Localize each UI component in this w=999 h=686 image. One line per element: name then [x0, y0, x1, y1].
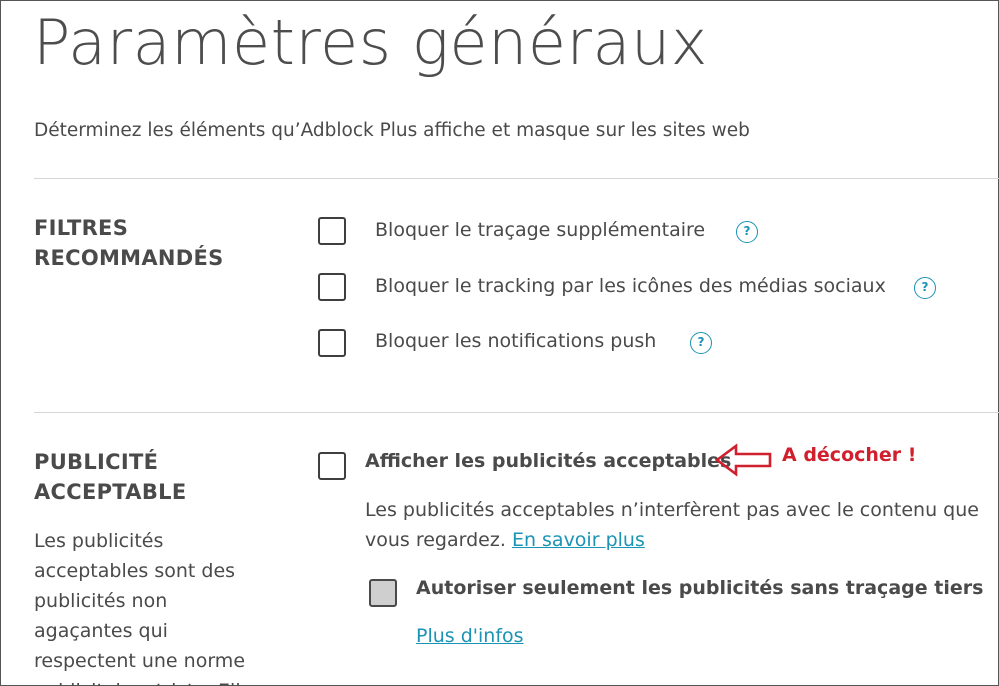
explanation-line-2: vous regardez. En savoir plus [365, 525, 995, 555]
page-title: Paramètres généraux [33, 6, 708, 79]
acceptable-ads-description: Les publicités acceptables sont des publ… [34, 526, 284, 686]
heading-line: PUBLICITÉ [34, 450, 159, 474]
heading-line: ACCEPTABLE [34, 480, 187, 504]
red-arrow-annotation [714, 443, 772, 477]
block-social-tracking-label[interactable]: Bloquer le tracking par les icônes des m… [375, 275, 886, 297]
page-description: Déterminez les éléments qu’Adblock Plus … [34, 120, 750, 141]
recommended-filters-heading: FILTRES RECOMMANDÉS [34, 213, 224, 273]
block-extra-tracking-label[interactable]: Bloquer le traçage supplémentaire [375, 219, 705, 241]
acceptable-ads-explanation: Les publicités acceptables n’interfèrent… [365, 495, 995, 555]
heading-line: RECOMMANDÉS [34, 246, 224, 270]
help-icon[interactable]: ? [914, 277, 936, 299]
block-push-notifications-checkbox[interactable] [318, 329, 346, 357]
privacy-friendly-ads-label[interactable]: Autoriser seulement les publicités sans … [416, 577, 983, 599]
description-line: publicitaire stricte. Ell [34, 676, 284, 686]
more-info-link[interactable]: Plus d'infos [416, 625, 524, 647]
acceptable-ads-heading: PUBLICITÉ ACCEPTABLE [34, 447, 187, 507]
show-acceptable-ads-label[interactable]: Afficher les publicités acceptables [365, 450, 731, 472]
section-divider [34, 178, 999, 179]
description-line: agaçantes qui [34, 620, 168, 642]
help-icon[interactable]: ? [736, 221, 758, 243]
explanation-line: Les publicités acceptables n’interfèrent… [365, 499, 979, 521]
learn-more-link[interactable]: En savoir plus [512, 529, 645, 551]
description-line: acceptables sont des [34, 560, 236, 582]
description-line: respectent une norme [34, 650, 246, 672]
show-acceptable-ads-checkbox[interactable] [318, 452, 346, 480]
block-extra-tracking-checkbox[interactable] [318, 217, 346, 245]
description-line: publicités non [34, 590, 168, 612]
heading-line: FILTRES [34, 216, 129, 240]
privacy-friendly-ads-checkbox[interactable] [369, 579, 397, 607]
block-push-notifications-label[interactable]: Bloquer les notifications push [375, 330, 656, 352]
block-social-tracking-checkbox[interactable] [318, 273, 346, 301]
description-line: Les publicités [34, 530, 164, 552]
explanation-text: vous regardez. [365, 529, 506, 551]
section-divider [34, 412, 999, 413]
annotation-text: A décocher ! [782, 444, 917, 466]
help-icon[interactable]: ? [690, 332, 712, 354]
